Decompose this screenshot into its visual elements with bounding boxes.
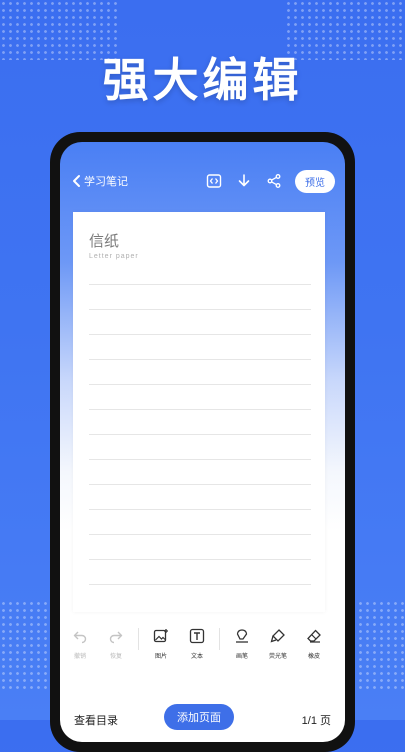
bottom-bar: 查看目录 添加页面 1/1 页 xyxy=(60,696,345,736)
page-count: 1/1 页 xyxy=(301,715,331,727)
download-button[interactable] xyxy=(235,172,253,190)
paper-subtitle: Letter paper xyxy=(89,253,139,260)
undo-label: 撤销 xyxy=(73,654,86,660)
pen-button[interactable]: 画笔 xyxy=(224,628,260,660)
paper-title: 信纸 xyxy=(89,233,120,250)
ruled-line xyxy=(89,559,311,560)
undo-icon xyxy=(73,631,87,644)
phone-frame: 学习笔记 预览 信纸 Letter paper 撤销 恢复 图片 文本 画笔 荧… xyxy=(50,132,355,752)
header-actions: 预览 xyxy=(205,169,345,193)
eraser-icon xyxy=(307,629,321,643)
eraser-label: 橡皮 xyxy=(307,654,320,660)
image-icon xyxy=(153,629,168,643)
toolbar-divider xyxy=(138,628,139,650)
highlighter-button[interactable]: 荧光笔 xyxy=(260,628,296,660)
text-icon xyxy=(189,628,205,644)
ruled-line xyxy=(89,284,311,285)
image-label: 图片 xyxy=(154,654,167,660)
ruled-line xyxy=(89,584,311,585)
ruled-line xyxy=(89,484,311,485)
code-icon xyxy=(206,174,222,188)
ruled-line xyxy=(89,409,311,410)
app-header: 学习笔记 预览 xyxy=(60,166,345,196)
phone-screen: 学习笔记 预览 信纸 Letter paper 撤销 恢复 图片 文本 画笔 荧… xyxy=(60,142,345,742)
chevron-left-icon xyxy=(73,175,80,187)
eraser-button[interactable]: 橡皮 xyxy=(296,628,332,660)
ruled-line xyxy=(89,334,311,335)
edit-toolbar: 撤销 恢复 图片 文本 画笔 荧光笔 橡皮 xyxy=(60,628,345,674)
notebook-title: 学习笔记 xyxy=(84,176,128,188)
ruled-line xyxy=(89,309,311,310)
redo-label: 恢复 xyxy=(109,654,122,660)
download-icon xyxy=(238,174,250,187)
ruled-line xyxy=(89,459,311,460)
text-label: 文本 xyxy=(190,654,203,660)
ruled-line xyxy=(89,509,311,510)
text-button[interactable]: 文本 xyxy=(179,628,215,660)
add-page-button[interactable]: 添加页面 xyxy=(164,704,234,730)
pen-label: 画笔 xyxy=(235,654,248,660)
ruled-line xyxy=(89,434,311,435)
toolbar-divider xyxy=(219,628,220,650)
preview-button[interactable]: 预览 xyxy=(295,169,335,193)
pen-icon xyxy=(236,629,248,643)
ruled-line xyxy=(89,384,311,385)
share-icon xyxy=(267,174,281,188)
redo-icon xyxy=(109,631,123,644)
promo-headline: 强大编辑 xyxy=(102,53,303,107)
ruled-line xyxy=(89,534,311,535)
undo-button[interactable]: 撤销 xyxy=(62,628,98,660)
toc-link[interactable]: 查看目录 xyxy=(74,712,118,728)
code-button[interactable] xyxy=(205,172,223,190)
redo-button[interactable]: 恢复 xyxy=(98,628,134,660)
share-button[interactable] xyxy=(265,172,283,190)
highlighter-label: 荧光笔 xyxy=(268,654,287,660)
letter-paper[interactable]: 信纸 Letter paper xyxy=(73,212,325,612)
image-button[interactable]: 图片 xyxy=(143,628,179,660)
ruled-line xyxy=(89,359,311,360)
highlighter-icon xyxy=(270,629,285,643)
back-button[interactable]: 学习笔记 xyxy=(72,173,128,189)
